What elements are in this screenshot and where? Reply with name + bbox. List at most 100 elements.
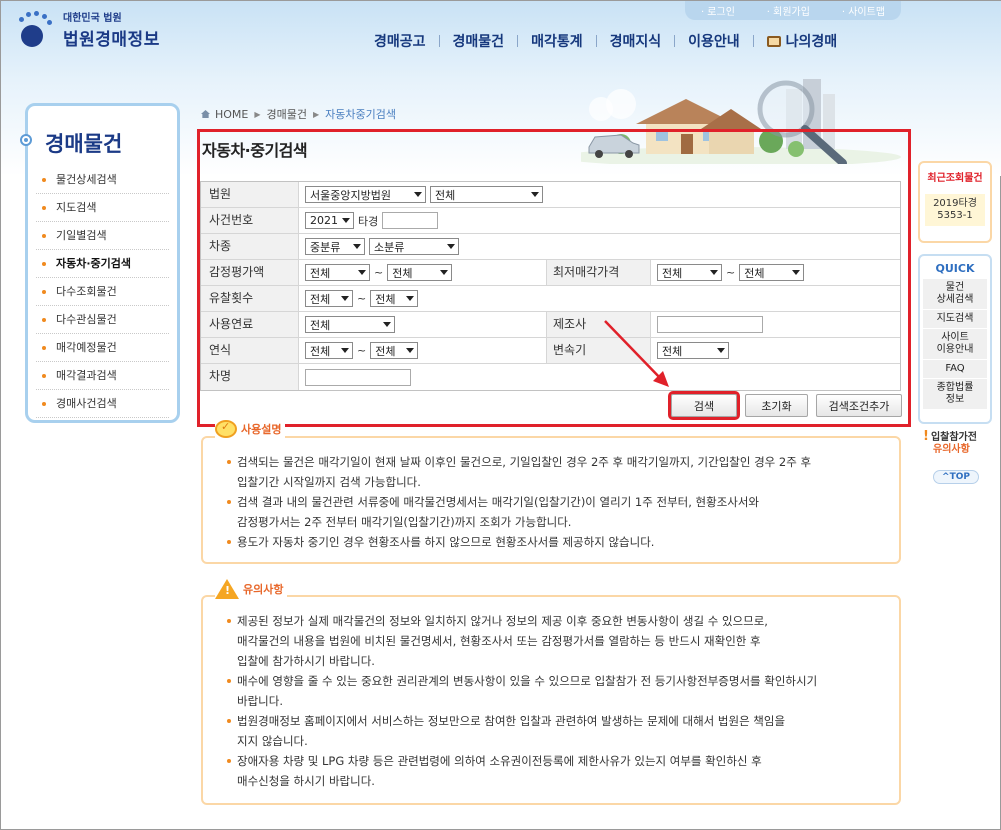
list-item: 제공된 정보가 실제 매각물건의 정보와 일치하지 않거나 정보의 제공 이후 … [227, 611, 887, 671]
min-price-to-select[interactable]: 전체 [739, 264, 805, 281]
quick-site-guide[interactable]: 사이트 이용안내 [923, 329, 987, 360]
chevron-down-icon [414, 192, 422, 197]
quick-faq[interactable]: FAQ [923, 360, 987, 379]
chevron-down-icon [341, 348, 349, 353]
caution-title: 유의사항 [243, 583, 284, 596]
breadcrumb-current: 자동차중기검색 [325, 108, 397, 121]
breadcrumb: HOME ▶ 경매물건 ▶ 자동차중기검색 [201, 106, 396, 122]
case-number-label: 사건번호 [201, 208, 299, 233]
chevron-down-icon [353, 244, 361, 249]
usage-box: 검색되는 물건은 매각기일이 현재 날짜 이후인 물건으로, 기일입찰인 경우 … [201, 436, 901, 564]
home-icon [201, 110, 210, 118]
breadcrumb-arrow-icon: ▶ [254, 109, 261, 119]
appraisal-from-select[interactable]: 전체 [305, 264, 370, 281]
transmission-select[interactable]: 전체 [657, 342, 729, 359]
utility-links: 로그인 회원가입 사이트맵 [685, 1, 901, 20]
sidebar-item-date-search[interactable]: 기일별검색 [36, 222, 169, 250]
vehicle-small-select[interactable]: 소분류 [369, 238, 459, 255]
list-item: 매수에 영향을 줄 수 있는 중요한 권리관계의 변동사항이 있을 수 있으므로… [227, 671, 887, 711]
case-number-input[interactable] [382, 212, 439, 229]
model-year-label: 연식 [201, 338, 299, 363]
quick-map-search[interactable]: 지도검색 [923, 310, 987, 329]
chevron-down-icon [406, 348, 415, 353]
min-price-label: 최저매각가격 [547, 260, 651, 285]
logo-title: 법원경매정보 [63, 30, 160, 50]
car-name-label: 차명 [201, 364, 299, 390]
vehicle-type-label: 차종 [201, 234, 299, 259]
sidebar-item-most-viewed[interactable]: 다수조회물건 [36, 278, 169, 306]
sidebar-item-most-interest[interactable]: 다수관심물건 [36, 306, 169, 334]
chevron-down-icon [717, 348, 725, 353]
chevron-down-icon [447, 244, 455, 249]
quick-detail-search[interactable]: 물건 상세검색 [923, 279, 987, 310]
court-select[interactable]: 서울중앙지방법원 [305, 186, 426, 203]
fail-count-label: 유찰횟수 [201, 286, 299, 311]
chevron-down-icon [406, 296, 415, 301]
sidebar-item-results[interactable]: 매각결과검색 [36, 362, 169, 390]
chevron-down-icon [383, 322, 391, 327]
court-sub-select[interactable]: 전체 [430, 186, 543, 203]
sidebar-item-case-search[interactable]: 경매사건검색 [36, 390, 169, 418]
list-item: 검색 결과 내의 물건관련 서류중에 매각물건명세서는 매각기일(입찰기간)이 … [227, 492, 887, 532]
sidebar-item-map-search[interactable]: 지도검색 [36, 194, 169, 222]
year-to-select[interactable]: 전체 [370, 342, 419, 359]
min-price-from-select[interactable]: 전체 [657, 264, 722, 281]
sidebar-item-scheduled[interactable]: 매각예정물건 [36, 334, 169, 362]
appraisal-label: 감정평가액 [201, 260, 299, 285]
site-logo[interactable]: 대한민국 법원 법원경매정보 [17, 9, 160, 50]
list-item: 법원경매정보 홈페이지에서 서비스하는 정보만으로 참여한 입찰과 관련하여 발… [227, 711, 887, 751]
nav-auction-knowledge[interactable]: 경매지식 [597, 31, 675, 51]
bid-caution-link[interactable]: ! 입찰참가전 유의사항 [923, 429, 993, 456]
sidebar-item-detail-search[interactable]: 물건상세검색 [36, 166, 169, 194]
nav-auction-items[interactable]: 경매물건 [440, 31, 518, 51]
sidebar-title: 경매물건 [45, 132, 123, 156]
nav-auction-notice[interactable]: 경매공고 [361, 31, 439, 51]
vehicle-mid-select[interactable]: 중분류 [305, 238, 365, 255]
chevron-down-icon [440, 270, 449, 275]
list-item: 장애자용 차량 및 LPG 차량 등은 관련법령에 의하여 소유권이전등록에 제… [227, 751, 887, 791]
exclamation-icon: ! [923, 429, 929, 444]
maker-input[interactable] [657, 316, 763, 333]
appraisal-to-select[interactable]: 전체 [387, 264, 453, 281]
usage-title: 사용설명 [241, 423, 282, 436]
recent-viewed-title: 최근조회물건 [927, 173, 983, 184]
chevron-down-icon [710, 270, 718, 275]
caution-box: 제공된 정보가 실제 매각물건의 정보와 일치하지 않거나 정보의 제공 이후 … [201, 595, 901, 805]
reset-button[interactable]: 초기화 [745, 394, 808, 417]
signup-link[interactable]: 회원가입 [767, 3, 810, 18]
sidebar-item-vehicle-search[interactable]: 자동차·중기검색 [36, 250, 169, 278]
recent-viewed-item[interactable]: 2019타경 5353-1 [925, 194, 985, 226]
recent-viewed-panel: 최근조회물건 2019타경 5353-1 [918, 161, 992, 243]
search-button[interactable]: 검색 [668, 391, 740, 420]
scroll-top-button[interactable]: ^TOP [933, 470, 979, 484]
car-name-input[interactable] [305, 368, 411, 386]
caution-header: ! 유의사항 [215, 579, 288, 599]
nav-usage-guide[interactable]: 이용안내 [675, 31, 753, 51]
nav-sale-stats[interactable]: 매각통계 [518, 31, 596, 51]
vehicle-search-form: 법원 서울중앙지방법원 전체 사건번호 2021 타경 차종 중분류 소분류 감… [200, 181, 901, 391]
case-year-select[interactable]: 2021 [305, 212, 354, 229]
nav-my-auction[interactable]: 나의경매 [754, 31, 851, 51]
fail-from-select[interactable]: 전체 [305, 290, 353, 307]
logo-small-text: 대한민국 법원 [63, 13, 122, 24]
transmission-label: 변속기 [547, 338, 651, 363]
add-condition-button[interactable]: 검색조건추가 [816, 394, 902, 417]
sitemap-link[interactable]: 사이트맵 [842, 3, 885, 18]
breadcrumb-home[interactable]: HOME [215, 108, 248, 121]
year-from-select[interactable]: 전체 [305, 342, 353, 359]
list-item: 용도가 자동차 중기인 경우 현황조사를 하지 않으므로 현황조사서를 제공하지… [227, 532, 887, 552]
court-label: 법원 [201, 182, 299, 207]
form-buttons: 검색 초기화 검색조건추가 [668, 391, 902, 420]
chevron-down-icon [531, 192, 539, 197]
sidebar: 경매물건 물건상세검색 지도검색 기일별검색 자동차·중기검색 다수조회물건 다… [20, 103, 180, 423]
list-item: 검색되는 물건은 매각기일이 현재 날짜 이후인 물건으로, 기일입찰인 경우 … [227, 452, 887, 492]
page-title: 자동차·중기검색 [202, 141, 308, 160]
title-bullet-icon [20, 134, 32, 146]
book-icon [766, 36, 781, 47]
fail-to-select[interactable]: 전체 [370, 290, 419, 307]
fuel-select[interactable]: 전체 [305, 316, 395, 333]
login-link[interactable]: 로그인 [701, 3, 735, 18]
speech-bubble-icon [215, 420, 237, 438]
breadcrumb-section[interactable]: 경매물건 [267, 106, 307, 122]
quick-legal-info[interactable]: 종합법률 정보 [923, 379, 987, 410]
